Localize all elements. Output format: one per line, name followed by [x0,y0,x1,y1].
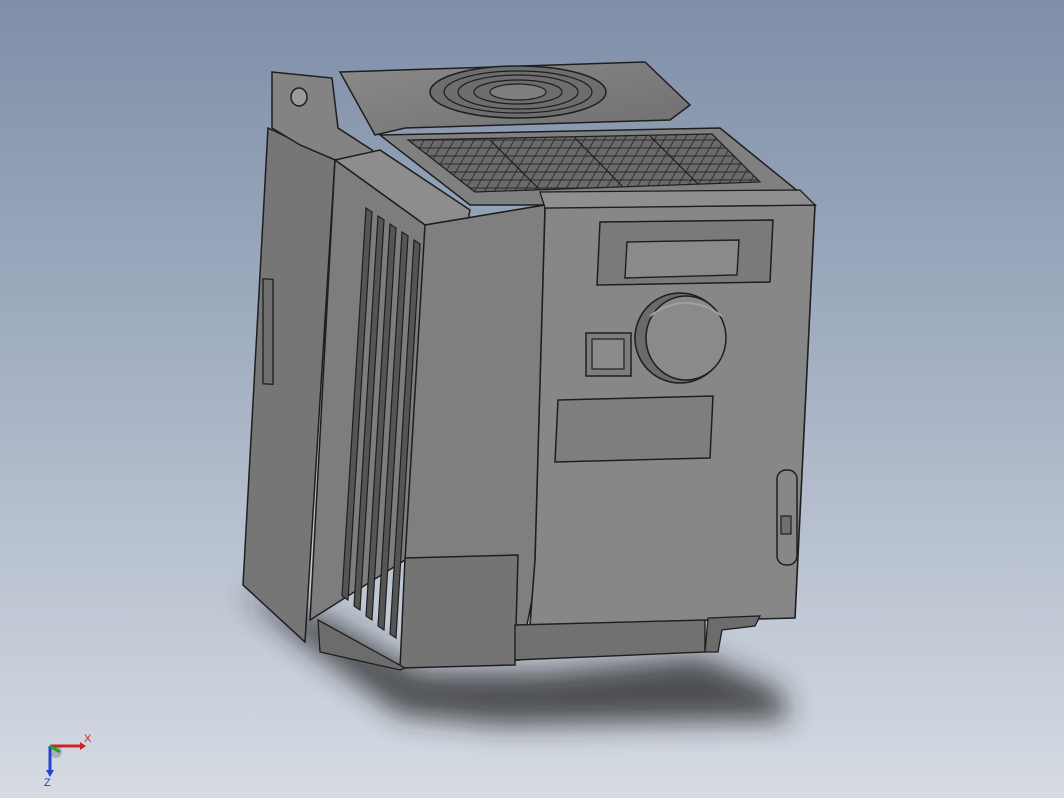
base-step [514,619,706,661]
led-display [624,239,740,279]
label-recess [554,395,714,463]
side-slot [262,278,274,385]
orientation-triad: X Z [44,733,92,789]
vfd-model[interactable] [0,0,1064,798]
setting-dial[interactable] [634,292,727,384]
base-tab [704,615,762,653]
terminal-cover [399,554,519,669]
z-axis-label: Z [44,777,51,789]
cooling-fan [429,65,607,119]
cover-latch[interactable] [776,469,798,566]
mounting-hole [290,87,308,107]
3d-viewport[interactable]: X Z [0,0,1064,798]
x-axis-label: X [84,733,92,745]
front-panel-top-strip [539,189,817,209]
